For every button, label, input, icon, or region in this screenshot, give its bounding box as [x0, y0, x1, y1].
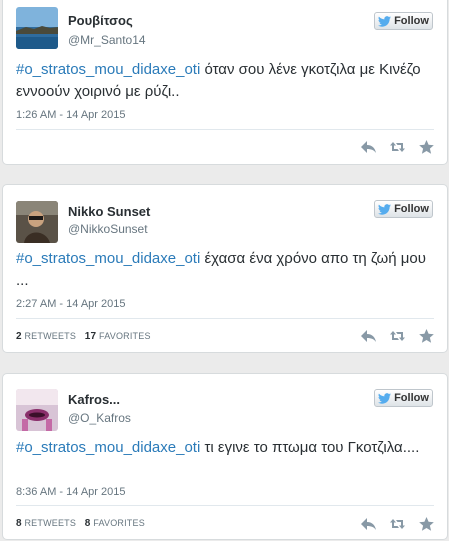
tweet-actions — [360, 328, 435, 344]
reply-icon[interactable] — [360, 139, 377, 155]
hashtag-link[interactable]: #o_stratos_mou_didaxe_oti — [16, 439, 200, 456]
favorite-count[interactable]: 17 FAVORITES — [84, 331, 151, 342]
avatar[interactable] — [16, 201, 58, 243]
reply-icon[interactable] — [360, 516, 377, 532]
star-icon[interactable] — [418, 139, 435, 155]
hashtag-link[interactable]: #o_stratos_mou_didaxe_oti — [16, 250, 200, 267]
avatar[interactable] — [16, 389, 58, 431]
favorite-count-value: 17 — [84, 331, 97, 342]
tweet-card: Nikko Sunset @NikkoSunset Follow #o_stra… — [2, 184, 448, 353]
favorite-count-label: FAVORITES — [93, 518, 145, 528]
retweet-count-label: RETWEETS — [24, 518, 77, 528]
tweet-text: #o_stratos_mou_didaxe_oti τι εγινε το πτ… — [16, 437, 436, 459]
tweet-actions — [360, 516, 435, 532]
tweet-timestamp[interactable]: 2:27 AM - 14 Apr 2015 — [16, 298, 125, 310]
follow-button[interactable]: Follow — [374, 389, 433, 407]
follow-button[interactable]: Follow — [374, 12, 433, 30]
tweet-text: #o_stratos_mou_didaxe_oti έχασα ένα χρόν… — [16, 248, 436, 292]
avatar[interactable] — [16, 7, 58, 49]
divider — [16, 129, 434, 130]
retweet-count-value: 2 — [16, 331, 22, 342]
favorite-count[interactable]: 8 FAVORITES — [84, 518, 145, 529]
reply-icon[interactable] — [360, 328, 377, 344]
follow-label: Follow — [394, 203, 429, 215]
twitter-bird-icon — [378, 392, 392, 404]
follow-label: Follow — [394, 392, 429, 404]
retweet-icon[interactable] — [389, 516, 406, 532]
tweet-timestamp[interactable]: 8:36 AM - 14 Apr 2015 — [16, 486, 125, 498]
tweet-actions — [360, 139, 435, 155]
tweet-timestamp[interactable]: 1:26 AM - 14 Apr 2015 — [16, 109, 125, 121]
tweet-text: #o_stratos_mou_didaxe_oti όταν σου λένε … — [16, 59, 436, 103]
divider — [16, 505, 434, 506]
tweet-body: τι εγινε το πτωμα του Γκοτζιλα.... — [200, 439, 420, 456]
retweet-icon[interactable] — [389, 328, 406, 344]
twitter-bird-icon — [378, 203, 392, 215]
favorite-count-label: FAVORITES — [99, 331, 151, 341]
retweet-icon[interactable] — [389, 139, 406, 155]
user-name[interactable]: Nikko Sunset — [68, 204, 150, 219]
follow-button[interactable]: Follow — [374, 200, 433, 218]
follow-label: Follow — [394, 15, 429, 27]
tweet-stats: 8 RETWEETS 8 FAVORITES — [16, 518, 151, 529]
hashtag-link[interactable]: #o_stratos_mou_didaxe_oti — [16, 61, 200, 78]
divider — [16, 318, 434, 319]
star-icon[interactable] — [418, 328, 435, 344]
retweet-count-label: RETWEETS — [24, 331, 77, 341]
retweet-count[interactable]: 8 RETWEETS — [16, 518, 77, 529]
retweet-count-value: 8 — [16, 518, 22, 529]
user-handle[interactable]: @NikkoSunset — [68, 222, 148, 236]
user-name[interactable]: Ρουβίτσος — [68, 13, 133, 28]
tweet-stats: 2 RETWEETS 17 FAVORITES — [16, 331, 157, 342]
tweet-card: Ρουβίτσος @Mr_Santo14 Follow #o_stratos_… — [2, 0, 448, 165]
star-icon[interactable] — [418, 516, 435, 532]
tweet-card: Kafros... @O_Kafros Follow #o_stratos_mo… — [2, 373, 448, 540]
favorite-count-value: 8 — [84, 518, 91, 529]
user-name[interactable]: Kafros... — [68, 392, 120, 407]
user-handle[interactable]: @Mr_Santo14 — [68, 33, 146, 47]
user-handle[interactable]: @O_Kafros — [68, 411, 131, 425]
twitter-bird-icon — [378, 15, 392, 27]
retweet-count[interactable]: 2 RETWEETS — [16, 331, 77, 342]
